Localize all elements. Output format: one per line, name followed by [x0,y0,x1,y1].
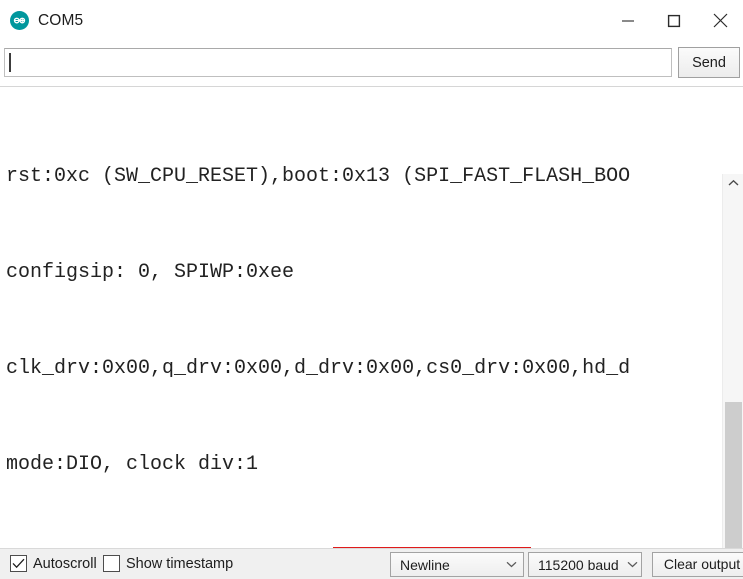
window-title: COM5 [38,11,84,29]
autoscroll-checkbox[interactable]: Autoscroll [10,555,97,572]
close-icon[interactable] [697,0,743,41]
serial-output-text[interactable]: rst:0xc (SW_CPU_RESET),boot:0x13 (SPI_FA… [0,87,722,521]
vertical-scrollbar[interactable] [722,174,743,579]
clear-output-button[interactable]: Clear output [652,552,743,577]
baud-rate-dropdown[interactable]: 115200 baud [528,552,642,577]
empty-checkbox-icon [103,555,120,572]
send-button[interactable]: Send [678,47,740,78]
line-ending-value: Newline [400,556,450,573]
maximize-icon[interactable] [651,0,697,41]
line-ending-dropdown[interactable]: Newline [390,552,524,577]
arduino-infinity-icon [10,11,29,30]
minimize-icon[interactable] [605,0,651,41]
text-cursor [9,53,11,72]
title-bar-left: COM5 [0,11,83,30]
chevron-down-icon [506,561,517,568]
send-row: Send [0,41,743,86]
window-controls [605,0,743,41]
baud-rate-value: 115200 baud [538,556,619,573]
autoscroll-label: Autoscroll [33,555,97,572]
console-line: configsip: 0, SPIWP:0xee [6,261,295,284]
chevron-up-icon[interactable] [723,174,743,192]
checkmark-icon [10,555,27,572]
console-line: mode:DIO, clock div:1 [6,453,259,476]
show-timestamp-label: Show timestamp [126,555,234,572]
serial-monitor-window: COM5 Send rst:0xc (SW_CPU_RESET),boot:0x… [0,0,743,579]
chevron-down-icon [627,561,638,568]
console-line: clk_drv:0x00,q_drv:0x00,d_drv:0x00,cs0_d… [6,357,631,380]
console-panel: rst:0xc (SW_CPU_RESET),boot:0x13 (SPI_FA… [0,86,743,579]
console-line: rst:0xc (SW_CPU_RESET),boot:0x13 (SPI_FA… [6,165,631,188]
show-timestamp-checkbox[interactable]: Show timestamp [103,555,233,572]
title-bar: COM5 [0,0,743,41]
status-bar: Autoscroll Show timestamp Newline 115200… [0,548,743,579]
serial-send-input[interactable] [4,48,672,77]
vertical-scrollbar-thumb[interactable] [725,402,742,572]
